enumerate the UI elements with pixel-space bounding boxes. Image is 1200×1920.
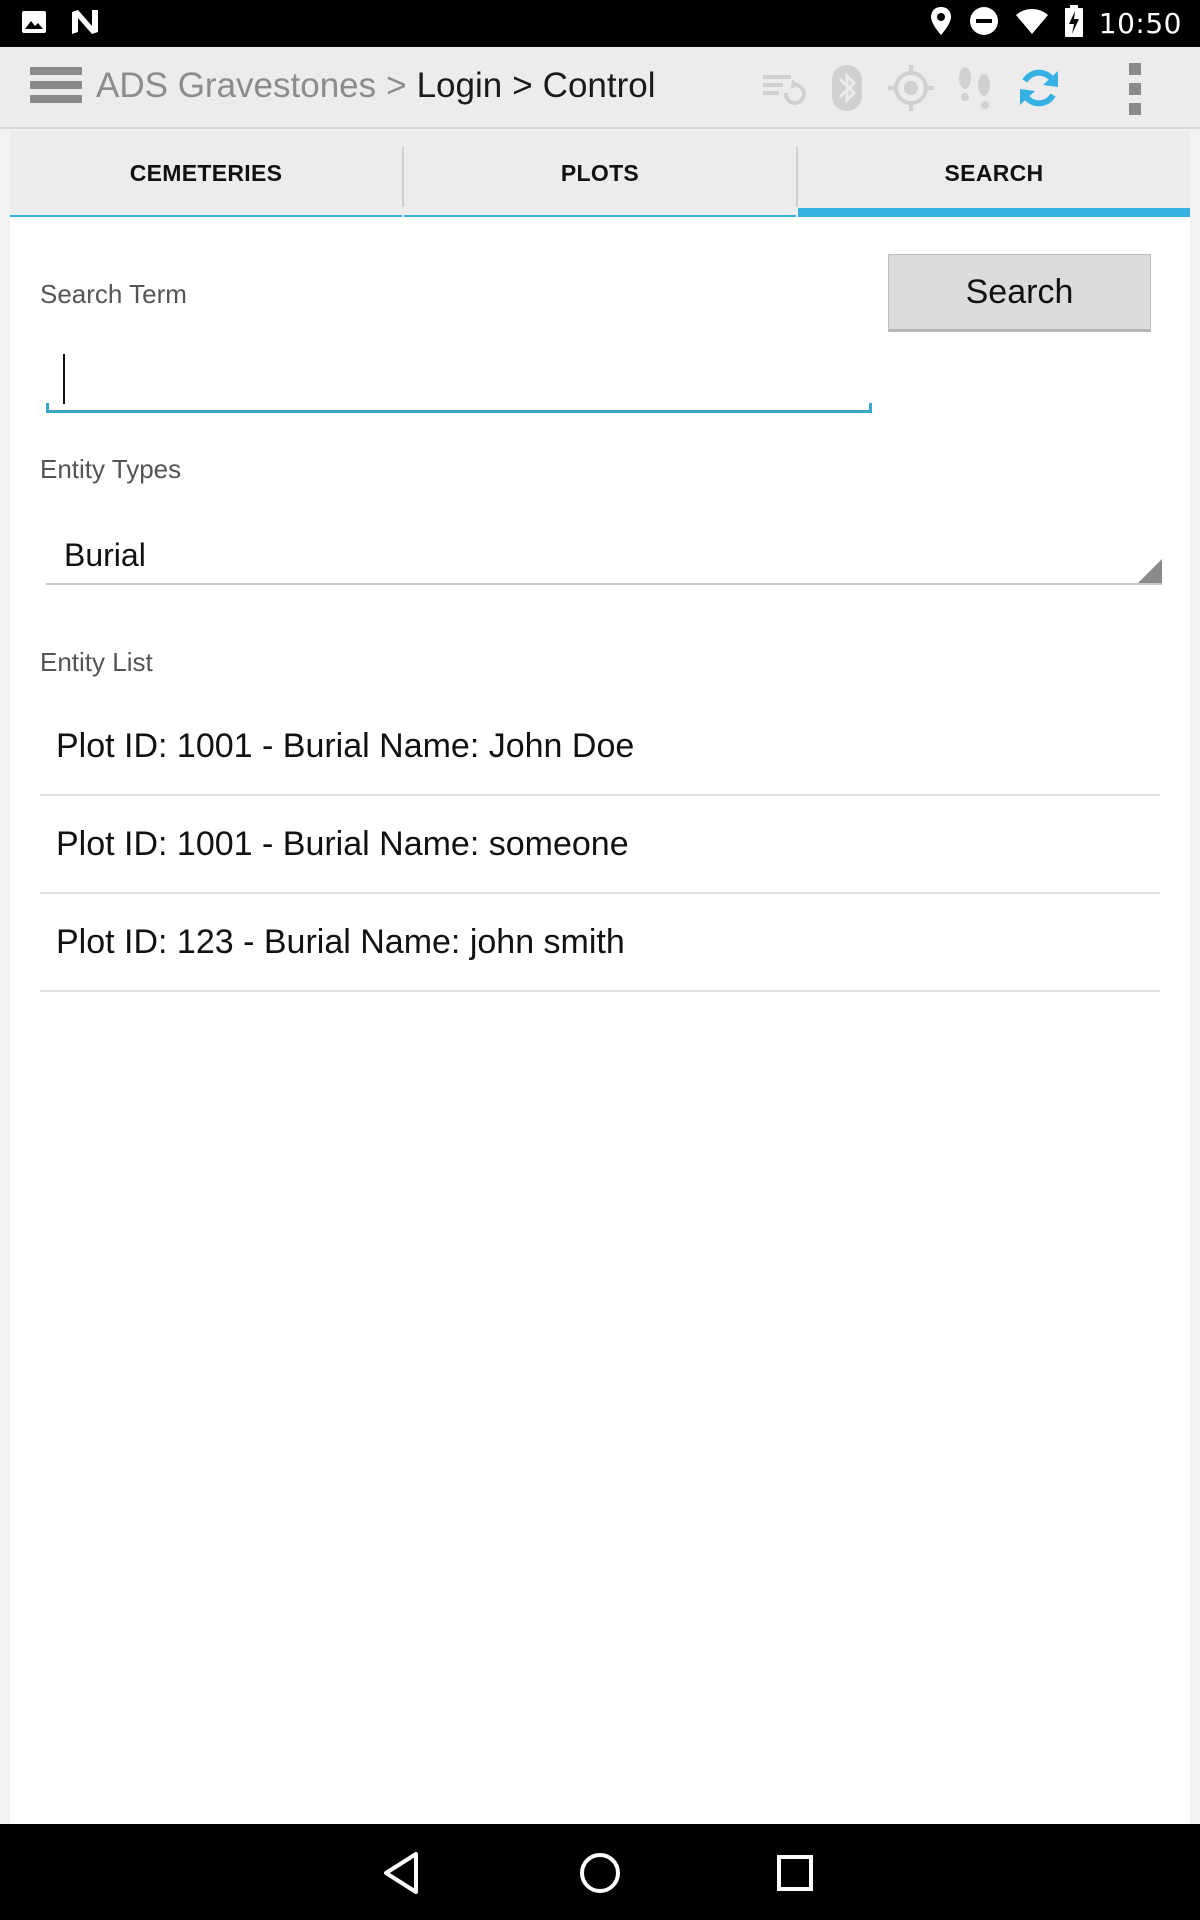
back-icon[interactable] <box>380 1848 430 1898</box>
footsteps-icon[interactable] <box>950 63 1000 113</box>
search-term-input[interactable] <box>46 347 872 413</box>
overflow-menu-icon[interactable] <box>1110 63 1160 115</box>
bluetooth-icon[interactable] <box>822 63 872 113</box>
tab-bar: CEMETERIES PLOTS SEARCH <box>10 131 1190 217</box>
image-icon <box>20 8 48 41</box>
do-not-disturb-icon <box>969 6 999 41</box>
entity-list: Plot ID: 1001 - Burial Name: John Doe Pl… <box>40 698 1160 992</box>
breadcrumb-app-title[interactable]: ADS Gravestones <box>96 66 376 105</box>
breadcrumb-control: Control <box>542 66 656 105</box>
tab-cemeteries[interactable]: CEMETERIES <box>10 131 402 217</box>
breadcrumb-separator: > <box>512 66 533 105</box>
tab-plots[interactable]: PLOTS <box>404 131 796 217</box>
status-bar: 10:50 <box>0 0 1200 47</box>
sync-list-icon[interactable] <box>758 63 808 113</box>
status-time: 10:50 <box>1098 7 1182 40</box>
input-underline-tick <box>869 403 872 413</box>
entity-list-label: Entity List <box>40 647 153 677</box>
list-item[interactable]: Plot ID: 1001 - Burial Name: someone <box>40 796 1160 894</box>
menu-icon[interactable] <box>30 67 82 109</box>
recents-icon[interactable] <box>770 1848 820 1898</box>
location-icon <box>929 6 953 41</box>
navigation-bar <box>0 1824 1200 1920</box>
text-cursor <box>63 354 65 404</box>
entity-types-label: Entity Types <box>40 454 182 484</box>
home-icon[interactable] <box>575 1848 625 1898</box>
search-term-label: Search Term <box>40 279 187 309</box>
n-logo-icon <box>70 8 100 41</box>
refresh-icon[interactable] <box>1014 63 1064 113</box>
list-item[interactable]: Plot ID: 123 - Burial Name: john smith <box>40 894 1160 992</box>
search-button[interactable]: Search <box>888 254 1151 332</box>
wifi-icon <box>1015 7 1049 40</box>
list-item[interactable]: Plot ID: 1001 - Burial Name: John Doe <box>40 698 1160 796</box>
tab-search[interactable]: SEARCH <box>798 131 1190 217</box>
search-panel: Search Term Search Entity Types Burial E… <box>10 217 1190 1824</box>
breadcrumb: ADS Gravestones > Login > Control <box>96 66 656 106</box>
dropdown-arrow-icon <box>1138 559 1162 583</box>
breadcrumb-login[interactable]: Login <box>417 66 503 105</box>
entity-type-selected: Burial <box>64 537 146 573</box>
battery-charging-icon <box>1064 5 1083 42</box>
breadcrumb-separator: > <box>386 66 407 105</box>
entity-type-dropdown[interactable]: Burial <box>46 497 1162 585</box>
gps-target-icon[interactable] <box>886 63 936 113</box>
action-bar: ADS Gravestones > Login > Control <box>0 47 1200 129</box>
input-underline-tick <box>46 403 49 413</box>
